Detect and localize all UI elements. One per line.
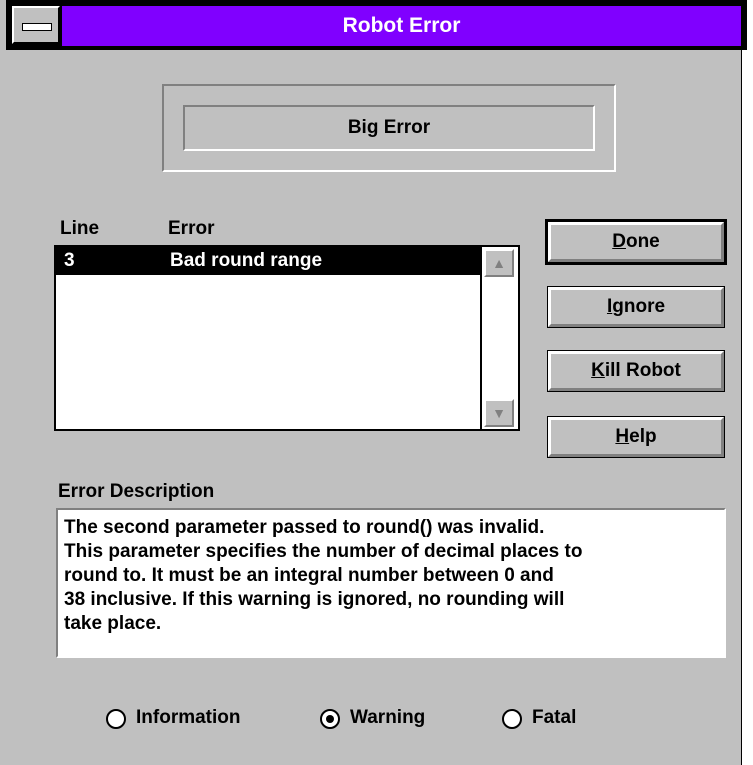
arrow-up-icon: ▲ xyxy=(492,255,506,271)
description-line: take place. xyxy=(64,613,162,634)
scroll-up-button[interactable]: ▲ xyxy=(484,249,514,277)
column-header-error: Error xyxy=(168,218,215,239)
error-list[interactable]: 3 Bad round range ▲ ▼ xyxy=(54,245,520,431)
arrow-down-icon: ▼ xyxy=(492,405,506,421)
system-menu-icon xyxy=(22,23,52,31)
radio-label-warning: Warning xyxy=(350,707,426,728)
scroll-down-button[interactable]: ▼ xyxy=(484,399,514,427)
radio-selected-dot xyxy=(326,715,334,723)
error-title: Big Error xyxy=(183,105,595,151)
ignore-label: gnore xyxy=(612,296,666,317)
radio-button-icon[interactable] xyxy=(320,709,340,729)
help-label: elp xyxy=(629,426,657,447)
system-menu-button[interactable] xyxy=(12,6,60,44)
done-mnemonic: D xyxy=(612,231,626,252)
kill-label: ill Robot xyxy=(604,360,681,381)
description-label: Error Description xyxy=(58,481,215,502)
kill-mnemonic: K xyxy=(591,360,605,381)
description-line: The second parameter passed to round() w… xyxy=(64,517,545,538)
radio-label-information: Information xyxy=(136,707,241,728)
window-title: Robot Error xyxy=(62,6,741,46)
title-bar: Robot Error xyxy=(6,0,747,50)
help-button[interactable]: Help xyxy=(547,416,725,458)
list-item[interactable]: 3 Bad round range xyxy=(56,247,482,275)
list-item-line: 3 xyxy=(64,250,75,271)
column-header-line: Line xyxy=(60,218,100,239)
list-scrollbar[interactable]: ▲ ▼ xyxy=(480,247,518,429)
description-line: This parameter specifies the number of d… xyxy=(64,541,583,562)
kill-robot-button[interactable]: Kill Robot xyxy=(547,350,725,392)
done-label: one xyxy=(625,231,660,252)
help-mnemonic: H xyxy=(615,426,630,447)
dialog-window: Robot Error Big Error Line Error 3 Bad r… xyxy=(0,0,747,765)
ignore-button[interactable]: Ignore xyxy=(547,286,725,328)
list-item-error: Bad round range xyxy=(170,250,323,271)
radio-button-icon[interactable] xyxy=(502,709,522,729)
error-title-group: Big Error xyxy=(162,84,616,172)
radio-button-icon[interactable] xyxy=(106,709,126,729)
description-text: The second parameter passed to round() w… xyxy=(56,508,726,658)
radio-label-fatal: Fatal xyxy=(532,707,577,728)
description-line: round to. It must be an integral number … xyxy=(64,565,554,586)
description-line: 38 inclusive. If this warning is ignored… xyxy=(64,589,565,610)
done-button[interactable]: Done xyxy=(545,219,727,265)
